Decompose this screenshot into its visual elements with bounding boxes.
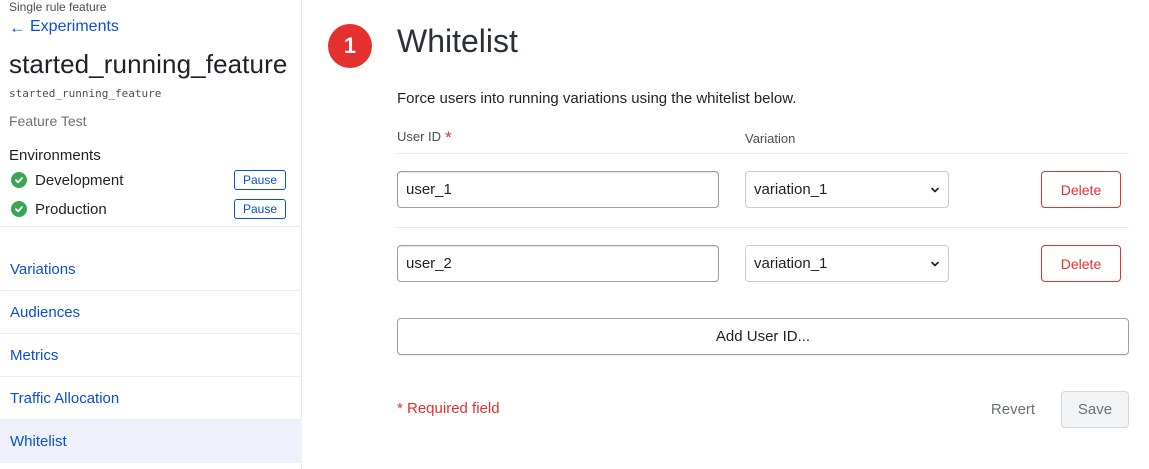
user-id-column-header: User ID * xyxy=(397,128,452,148)
variation-select[interactable]: variation_1 xyxy=(745,245,949,282)
whitelist-row: variation_1 Delete xyxy=(397,171,1129,209)
chevron-down-icon xyxy=(931,261,939,266)
environment-name: Development xyxy=(35,171,124,189)
main-panel: 1 Whitelist Force users into running var… xyxy=(303,0,1149,469)
environment-row-development: Development Pause xyxy=(11,169,286,191)
user-id-input[interactable] xyxy=(397,171,719,208)
sidebar-item-traffic-allocation[interactable]: Traffic Allocation xyxy=(0,377,302,420)
step-number-badge: 1 xyxy=(328,24,372,68)
sidebar-item-whitelist[interactable]: Whitelist xyxy=(0,420,302,463)
divider xyxy=(0,226,302,227)
arrow-left-icon: ← xyxy=(9,17,26,37)
delete-row-button[interactable]: Delete xyxy=(1041,245,1121,282)
divider xyxy=(397,153,1129,154)
breadcrumb: Single rule feature xyxy=(9,0,107,14)
check-circle-icon xyxy=(11,172,27,188)
feature-key: started_running_feature xyxy=(9,87,162,100)
chevron-down-icon xyxy=(931,187,939,192)
add-user-id-button[interactable]: Add User ID... xyxy=(397,318,1129,355)
environment-name: Production xyxy=(35,200,107,218)
required-field-note: * Required field xyxy=(397,400,500,417)
save-button[interactable]: Save xyxy=(1061,391,1129,428)
page-title: Whitelist xyxy=(397,23,518,59)
feature-title: started_running_feature xyxy=(9,49,288,79)
variation-select-value: variation_1 xyxy=(754,255,828,272)
divider xyxy=(397,227,1129,228)
sidebar-item-audiences[interactable]: Audiences xyxy=(0,291,302,334)
required-asterisk: * xyxy=(445,128,452,147)
delete-row-button[interactable]: Delete xyxy=(1041,171,1121,208)
sidebar-item-metrics[interactable]: Metrics xyxy=(0,334,302,377)
whitelist-row: variation_1 Delete xyxy=(397,245,1129,283)
user-id-header-label: User ID xyxy=(397,129,442,144)
sidebar: Single rule feature ← Experiments starte… xyxy=(0,0,302,469)
sidebar-item-variations[interactable]: Variations xyxy=(0,248,302,291)
page-description: Force users into running variations usin… xyxy=(397,90,797,107)
pause-production-button[interactable]: Pause xyxy=(233,199,286,219)
revert-button[interactable]: Revert xyxy=(975,391,1051,428)
variation-select-value: variation_1 xyxy=(754,181,828,198)
environment-row-production: Production Pause xyxy=(11,198,286,220)
user-id-input[interactable] xyxy=(397,245,719,282)
variation-select[interactable]: variation_1 xyxy=(745,171,949,208)
variation-column-header: Variation xyxy=(745,131,796,146)
feature-type: Feature Test xyxy=(9,113,87,129)
back-to-experiments-link[interactable]: ← Experiments xyxy=(9,18,119,36)
sidebar-nav: Variations Audiences Metrics Traffic All… xyxy=(0,248,302,463)
check-circle-icon xyxy=(11,201,27,217)
pause-development-button[interactable]: Pause xyxy=(233,170,286,190)
back-link-label: Experiments xyxy=(30,18,119,35)
environments-heading: Environments xyxy=(9,147,101,164)
